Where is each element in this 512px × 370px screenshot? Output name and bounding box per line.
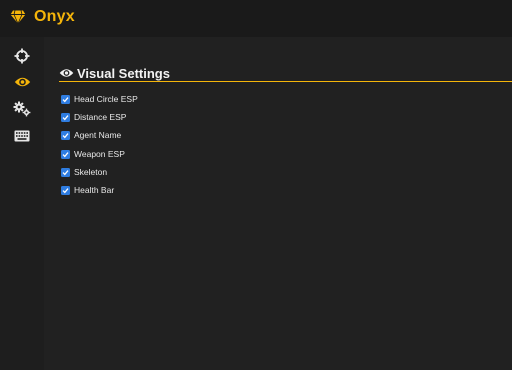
check-icon (62, 151, 69, 157)
app-window: Onyx Visual Settings Head Circle ESP Dis… (0, 0, 512, 370)
sidebar (0, 37, 44, 370)
option-label: Agent Name (74, 130, 122, 140)
checkbox[interactable] (61, 167, 70, 177)
checkbox[interactable] (61, 185, 70, 195)
sidebar-item-aim[interactable] (11, 45, 33, 67)
title-bar: Onyx (0, 0, 512, 37)
check-icon (62, 96, 69, 102)
option-label: Health Bar (74, 185, 115, 195)
option-agent-name[interactable]: Agent Name (61, 128, 121, 142)
gears-icon (13, 101, 31, 117)
sidebar-item-keybinds[interactable] (11, 125, 33, 147)
option-label: Skeleton (74, 167, 108, 177)
sidebar-item-visuals[interactable] (11, 71, 33, 93)
option-weapon-esp[interactable]: Weapon ESP (61, 147, 125, 161)
diamond-icon (10, 10, 26, 24)
checkbox[interactable] (61, 112, 70, 122)
option-distance-esp[interactable]: Distance ESP (61, 110, 126, 124)
section-header: Visual Settings (59, 64, 170, 82)
checkbox[interactable] (61, 94, 70, 104)
option-head-circle-esp[interactable]: Head Circle ESP (61, 92, 138, 106)
checkbox[interactable] (61, 149, 70, 159)
option-health-bar[interactable]: Health Bar (61, 183, 114, 197)
sidebar-item-misc[interactable] (11, 98, 33, 120)
check-icon (62, 114, 69, 120)
app-title: Onyx (34, 8, 75, 25)
section-title: Visual Settings (77, 65, 170, 81)
keyboard-icon (14, 130, 30, 142)
check-icon (62, 187, 69, 193)
option-label: Distance ESP (74, 112, 127, 122)
option-label: Weapon ESP (74, 149, 125, 159)
main-panel: Visual Settings Head Circle ESP Distance… (44, 37, 512, 370)
check-icon (62, 132, 69, 138)
crosshair-icon (14, 48, 30, 64)
check-icon (62, 169, 69, 175)
checkbox[interactable] (61, 130, 70, 140)
eye-icon (59, 69, 74, 77)
section-divider (59, 81, 512, 82)
option-skeleton[interactable]: Skeleton (61, 165, 107, 179)
option-label: Head Circle ESP (74, 94, 138, 104)
eye-icon (14, 77, 30, 87)
